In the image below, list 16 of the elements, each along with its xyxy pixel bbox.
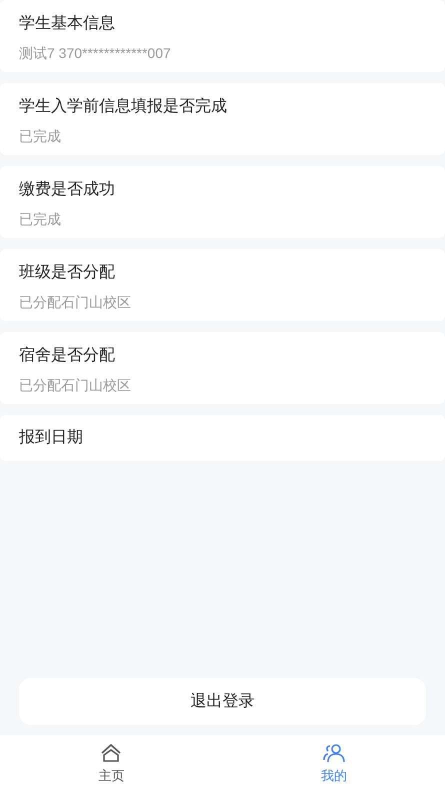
card-title: 宿舍是否分配 <box>19 346 116 366</box>
tab-item[interactable]: 主页 <box>0 735 222 793</box>
logout-button[interactable]: 退出登录 <box>19 678 426 725</box>
tab-item[interactable]: 我的 <box>222 735 445 793</box>
home-icon <box>100 742 122 763</box>
card-title: 班级是否分配 <box>19 262 116 283</box>
card-value: 已完成 <box>19 210 62 229</box>
card-title: 报到日期 <box>19 428 84 448</box>
card-title: 缴费是否成功 <box>19 180 116 200</box>
card-value: 已分配石门山校区 <box>19 376 132 395</box>
card-value: 已完成 <box>19 127 62 146</box>
card-value: 测试7 370************007 <box>19 44 172 63</box>
card-title: 学生基本信息 <box>19 14 116 34</box>
card-title: 学生入学前信息填报是否完成 <box>19 96 228 117</box>
users-icon <box>322 742 345 763</box>
card-value: 已分配石门山校区 <box>19 293 132 312</box>
